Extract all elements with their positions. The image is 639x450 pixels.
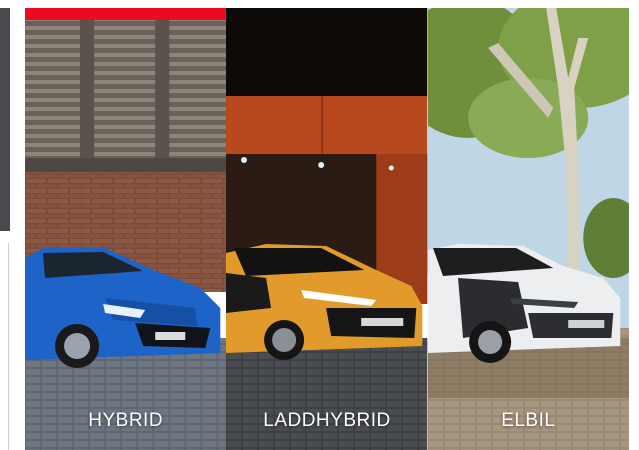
category-label: LADDHYBRID (263, 410, 391, 431)
active-indicator-bar (25, 8, 227, 20)
vehicle-category-panels: HYBRID LADDHYBRID ELBIL (25, 8, 629, 450)
left-edge-divider (8, 243, 9, 450)
category-card-electric[interactable]: ELBIL (427, 8, 629, 450)
category-label: HYBRID (88, 410, 164, 431)
category-card-hybrid[interactable]: HYBRID (25, 8, 227, 450)
left-edge-dark-strip (0, 8, 10, 231)
category-card-plugin-hybrid[interactable]: LADDHYBRID (226, 8, 428, 450)
hybrid-car-image (25, 8, 227, 450)
plugin-hybrid-car-image (226, 8, 428, 450)
category-label: ELBIL (501, 410, 556, 431)
electric-car-image (427, 8, 629, 450)
